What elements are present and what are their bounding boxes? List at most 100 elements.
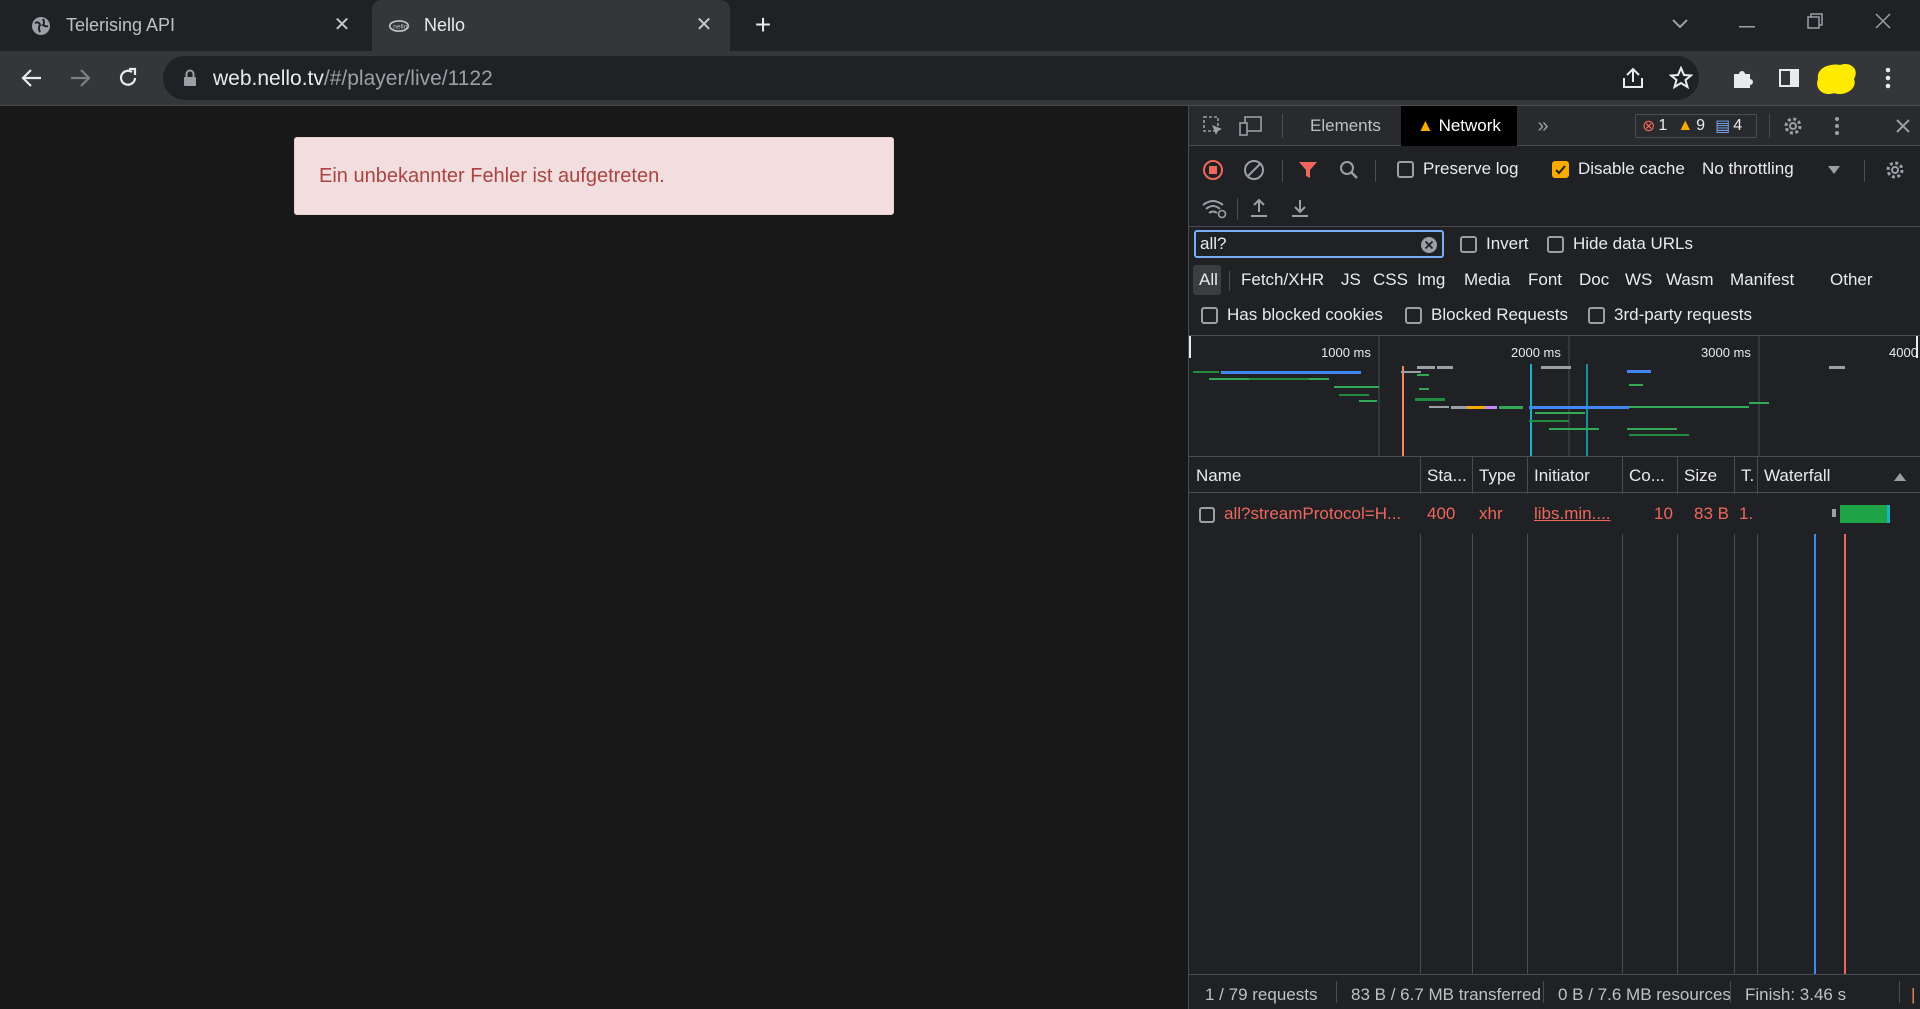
- tab-network[interactable]: ▲ Network: [1401, 106, 1517, 146]
- search-icon[interactable]: [1337, 158, 1361, 182]
- throttling-select[interactable]: No throttling: [1702, 159, 1794, 179]
- minimize-icon[interactable]: [1727, 8, 1767, 38]
- type-filter-js[interactable]: JS: [1341, 270, 1361, 290]
- browser-tab-nello[interactable]: nello Nello ✕: [372, 0, 730, 51]
- lock-icon[interactable]: [183, 69, 197, 92]
- third-party-checkbox[interactable]: [1588, 307, 1605, 324]
- chrome-menu-icon[interactable]: [1870, 60, 1906, 96]
- column-type[interactable]: Type: [1479, 466, 1516, 486]
- hide-data-urls-label: Hide data URLs: [1573, 234, 1694, 253]
- tab-title: Nello: [424, 15, 466, 35]
- close-icon[interactable]: ✕: [692, 13, 716, 37]
- blocked-requests-checkbox[interactable]: [1405, 307, 1422, 324]
- request-name[interactable]: all?streamProtocol=H...: [1224, 504, 1416, 524]
- warning-icon: ▲: [1677, 117, 1694, 134]
- invert-checkbox[interactable]: [1460, 236, 1477, 253]
- overview-tick-label: 1000 ms: [1321, 345, 1371, 360]
- network-overview[interactable]: 1000 ms 2000 ms 3000 ms 4000: [1189, 336, 1920, 456]
- error-message: Ein unbekannter Fehler ist aufgetreten.: [319, 165, 665, 187]
- side-panel-icon[interactable]: [1771, 60, 1807, 96]
- type-filter-css[interactable]: CSS: [1373, 270, 1408, 290]
- dom-content-loaded-line: [1814, 494, 1816, 974]
- has-blocked-cookies-checkbox[interactable]: [1201, 307, 1218, 324]
- close-icon[interactable]: ✕: [330, 13, 354, 37]
- type-filter-all[interactable]: All: [1199, 270, 1218, 290]
- type-filter-wasm[interactable]: Wasm: [1666, 270, 1714, 290]
- column-size[interactable]: Size: [1684, 466, 1717, 486]
- tab-title: Telerising API: [66, 15, 176, 35]
- svg-text:nello: nello: [393, 23, 408, 30]
- reload-icon[interactable]: [110, 60, 146, 96]
- disable-cache-checkbox[interactable]: [1552, 161, 1569, 178]
- url-text: web.nello.tv/#/player/live/1122: [213, 67, 493, 90]
- import-har-icon[interactable]: [1247, 196, 1271, 220]
- sort-ascending-icon[interactable]: [1893, 472, 1907, 482]
- column-cookies[interactable]: Co...: [1629, 466, 1665, 486]
- dom-content-loaded-indicator: |: [1911, 985, 1916, 1004]
- web-page-content: Ein unbekannter Fehler ist aufgetreten.: [0, 106, 1188, 1009]
- clear-icon[interactable]: [1242, 158, 1266, 182]
- back-icon[interactable]: [14, 60, 50, 96]
- restore-icon[interactable]: [1795, 8, 1835, 38]
- globe-icon: [30, 15, 52, 37]
- error-alert: Ein unbekannter Fehler ist aufgetreten.: [294, 137, 894, 215]
- tab-elements[interactable]: Elements: [1310, 106, 1381, 146]
- address-bar[interactable]: web.nello.tv/#/player/live/1122: [163, 56, 1699, 100]
- type-filter-ws[interactable]: WS: [1625, 270, 1652, 290]
- share-icon[interactable]: [1621, 66, 1645, 95]
- export-har-icon[interactable]: [1288, 196, 1312, 220]
- type-filter-img[interactable]: Img: [1417, 270, 1445, 290]
- type-filter-manifest[interactable]: Manifest: [1730, 270, 1794, 290]
- dropdown-arrow-icon[interactable]: [1827, 164, 1841, 176]
- close-devtools-icon[interactable]: [1891, 114, 1915, 138]
- filter-input[interactable]: all?: [1194, 230, 1444, 258]
- preserve-log-checkbox[interactable]: [1397, 161, 1414, 178]
- type-filter-media[interactable]: Media: [1464, 270, 1510, 290]
- settings-gear-icon[interactable]: [1781, 114, 1805, 138]
- column-time[interactable]: T.: [1741, 466, 1754, 486]
- device-toolbar-icon[interactable]: [1239, 114, 1263, 138]
- waterfall-bar[interactable]: [1840, 505, 1890, 523]
- devtools-tabbar: Elements ▲ Network » ⊗ 1 ▲ 9 ▤ 4: [1189, 106, 1920, 146]
- tab-search-icon[interactable]: [1660, 8, 1700, 38]
- column-status[interactable]: Sta...: [1427, 466, 1467, 486]
- profile-avatar-icon[interactable]: [1810, 57, 1862, 101]
- network-settings-gear-icon[interactable]: [1883, 158, 1907, 182]
- record-stop-icon[interactable]: [1201, 158, 1225, 182]
- extensions-puzzle-icon[interactable]: [1724, 60, 1760, 96]
- row-checkbox[interactable]: [1199, 507, 1215, 523]
- overview-tick-label: 4000: [1889, 345, 1918, 360]
- forward-icon[interactable]: [62, 60, 98, 96]
- new-tab-icon[interactable]: +: [748, 10, 778, 40]
- hide-data-urls-checkbox[interactable]: [1547, 236, 1564, 253]
- inspect-element-icon[interactable]: [1201, 114, 1225, 138]
- has-blocked-cookies-label: Has blocked cookies: [1227, 305, 1383, 324]
- issues-counter[interactable]: ⊗ 1 ▲ 9 ▤ 4: [1635, 114, 1757, 138]
- request-time: 1.: [1739, 504, 1754, 523]
- request-initiator-link[interactable]: libs.min....: [1534, 504, 1618, 524]
- type-filter-doc[interactable]: Doc: [1579, 270, 1609, 290]
- network-conditions-icon[interactable]: [1201, 196, 1227, 220]
- type-filter-font[interactable]: Font: [1528, 270, 1562, 290]
- column-name[interactable]: Name: [1196, 466, 1241, 486]
- clear-filter-icon[interactable]: [1419, 235, 1439, 255]
- window-close-icon[interactable]: [1863, 8, 1903, 38]
- blocked-requests-label: Blocked Requests: [1431, 305, 1569, 324]
- bookmark-star-icon[interactable]: [1668, 65, 1694, 95]
- browser-tab-telerising[interactable]: Telerising API ✕: [0, 0, 368, 51]
- disable-cache-label: Disable cache: [1578, 159, 1685, 178]
- devtools-panel: Elements ▲ Network » ⊗ 1 ▲ 9 ▤ 4 Preserv…: [1188, 106, 1920, 1009]
- tab-strip: Telerising API ✕ nello Nello ✕ +: [0, 0, 1920, 51]
- finish-time: Finish: 3.46 s: [1745, 985, 1847, 1004]
- filter-funnel-icon[interactable]: [1296, 158, 1320, 182]
- kebab-menu-icon[interactable]: [1829, 114, 1845, 138]
- type-filter-other[interactable]: Other: [1830, 270, 1873, 290]
- more-tabs-icon[interactable]: »: [1531, 114, 1555, 138]
- error-icon: ⊗: [1642, 118, 1656, 135]
- type-filter-fetch-xhr[interactable]: Fetch/XHR: [1241, 270, 1324, 290]
- overview-tick-label: 3000 ms: [1701, 345, 1751, 360]
- column-waterfall[interactable]: Waterfall: [1764, 466, 1830, 486]
- request-cookies: 10: [1654, 504, 1673, 523]
- error-count: 1: [1658, 117, 1668, 134]
- column-initiator[interactable]: Initiator: [1534, 466, 1590, 486]
